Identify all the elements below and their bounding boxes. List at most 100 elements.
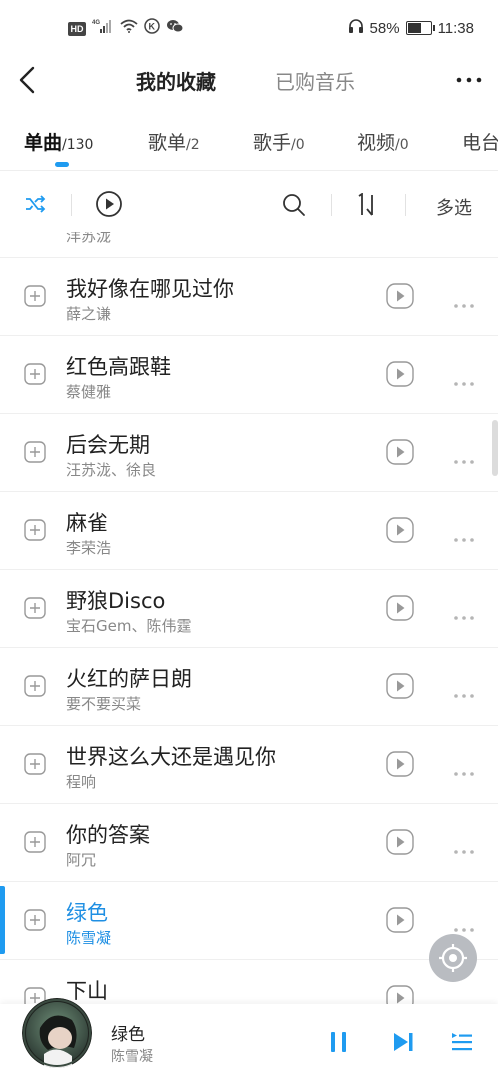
tab-count: /0 [291,137,305,153]
song-row[interactable]: 下山要不要买菜 [0,960,498,1004]
song-artist: 薛之谦 [66,305,112,323]
song-artist: 要不要买菜 [66,695,142,713]
song-row[interactable]: 洋苏泷 [0,232,498,258]
play-all-icon[interactable] [95,190,123,222]
search-icon[interactable] [281,192,307,222]
tab-playlists[interactable]: 歌单/2 [148,128,200,155]
play-video-icon[interactable] [386,517,414,547]
play-video-icon[interactable] [386,673,414,703]
play-video-icon[interactable] [386,439,414,469]
add-to-playlist-icon[interactable] [24,753,46,779]
add-to-playlist-icon[interactable] [24,597,46,623]
add-to-playlist-icon[interactable] [24,363,46,389]
playlist-icon[interactable] [450,1030,474,1058]
tab-count: /0 [395,137,409,153]
tab-purchased-music[interactable]: 已购音乐 [275,66,355,95]
divider [71,194,72,216]
hd-icon: HD [68,21,86,36]
song-more-options-icon[interactable] [453,762,475,781]
song-more-options-icon[interactable] [453,528,475,547]
add-to-playlist-icon[interactable] [24,831,46,857]
song-artist: 陈雪凝 [66,929,112,947]
song-row[interactable]: 麻雀 李荣浩 [0,492,498,570]
play-video-icon[interactable] [386,232,414,235]
play-video-icon[interactable] [386,751,414,781]
tab-my-favorites[interactable]: 我的收藏 [136,66,216,95]
current-song-indicator [0,886,5,954]
song-artist: 宝石Gem、陈伟霆 [66,617,192,635]
multi-select-button[interactable]: 多选 [436,194,472,220]
song-more-options-icon[interactable] [453,450,475,469]
tab-videos[interactable]: 视频/0 [357,128,409,155]
song-more-options-icon[interactable] [453,606,475,625]
tab-count: /2 [186,137,200,153]
song-more-options-icon[interactable] [453,232,475,235]
album-cover[interactable] [22,998,92,1068]
mini-player: 绿色 陈雪凝 [0,998,498,1080]
add-to-playlist-icon[interactable] [24,285,46,311]
tab-label: 单曲 [24,132,63,154]
play-video-icon[interactable] [386,985,414,1004]
song-title: 你的答案 [66,823,150,847]
song-row[interactable]: 后会无期 汪苏泷、徐良 [0,414,498,492]
divider [331,194,332,216]
category-tabs: 单曲/130 歌单/2 歌手/0 视频/0 电台 [0,122,498,170]
play-video-icon[interactable] [386,283,414,313]
song-more-options-icon[interactable] [453,840,475,859]
song-row[interactable]: 世界这么大还是遇见你 程响 [0,726,498,804]
tab-label: 视频 [357,132,396,154]
song-list[interactable]: 洋苏泷我好像在哪见过你薛之谦红色高跟鞋 蔡健雅 后会无期 汪苏泷、徐良 麻雀 李荣浩 野狼D… [0,232,498,1004]
add-to-playlist-icon[interactable] [24,232,46,233]
song-title: 下山 [66,979,108,1003]
song-row[interactable]: 我好像在哪见过你薛之谦 [0,258,498,336]
song-row[interactable]: 你的答案 阿冗 [0,804,498,882]
add-to-playlist-icon[interactable] [24,441,46,467]
song-row[interactable]: 红色高跟鞋 蔡健雅 [0,336,498,414]
more-options-icon[interactable] [454,66,484,94]
play-video-icon[interactable] [386,361,414,391]
add-to-playlist-icon[interactable] [24,675,46,701]
battery-percent: 58% [369,19,400,37]
tab-artists[interactable]: 歌手/0 [253,128,305,155]
active-tab-indicator [55,162,69,167]
tab-label: 歌单 [148,132,187,154]
headphones-icon [348,18,364,38]
play-video-icon[interactable] [386,595,414,625]
song-more-options-icon[interactable] [453,684,475,703]
scrollbar-thumb[interactable] [492,420,498,476]
shuffle-icon[interactable] [24,193,48,219]
add-to-playlist-icon[interactable] [24,909,46,935]
song-title: 红色高跟鞋 [66,355,171,379]
tab-label: 歌手 [253,132,292,154]
song-artist: 洋苏泷 [66,232,112,245]
song-more-options-icon[interactable] [453,294,475,313]
now-playing-artist: 陈雪凝 [111,1049,153,1065]
next-track-icon[interactable] [391,1030,415,1058]
song-title: 我好像在哪见过你 [66,277,234,301]
add-to-playlist-icon[interactable] [24,519,46,545]
divider [405,194,406,216]
song-title: 绿色 [66,901,108,925]
sort-icon[interactable] [354,192,382,221]
song-more-options-icon[interactable] [453,372,475,391]
locate-icon [439,944,467,972]
locate-current-song-button[interactable] [429,934,477,982]
song-artist: 阿冗 [66,851,97,869]
play-video-icon[interactable] [386,907,414,937]
tab-radio[interactable]: 电台 [462,128,498,155]
back-arrow-icon[interactable] [14,64,42,96]
svg-text:K: K [149,22,156,32]
now-playing-title[interactable]: 绿色 [111,1020,145,1045]
song-row[interactable]: 火红的萨日朗要不要买菜 [0,648,498,726]
song-row[interactable]: 绿色 陈雪凝 [0,882,498,960]
song-artist: 汪苏泷、徐良 [66,461,157,479]
song-row[interactable]: 野狼Disco 宝石Gem、陈伟霆 [0,570,498,648]
song-title: 火红的萨日朗 [66,667,192,691]
song-more-options-icon[interactable] [453,996,475,1004]
play-video-icon[interactable] [386,829,414,859]
tab-songs[interactable]: 单曲/130 [24,128,93,155]
song-artist: 李荣浩 [66,539,112,557]
wifi-icon [120,19,138,38]
status-bar: HD 4G K 58% 11:38 [0,0,498,58]
pause-icon[interactable] [328,1030,350,1058]
